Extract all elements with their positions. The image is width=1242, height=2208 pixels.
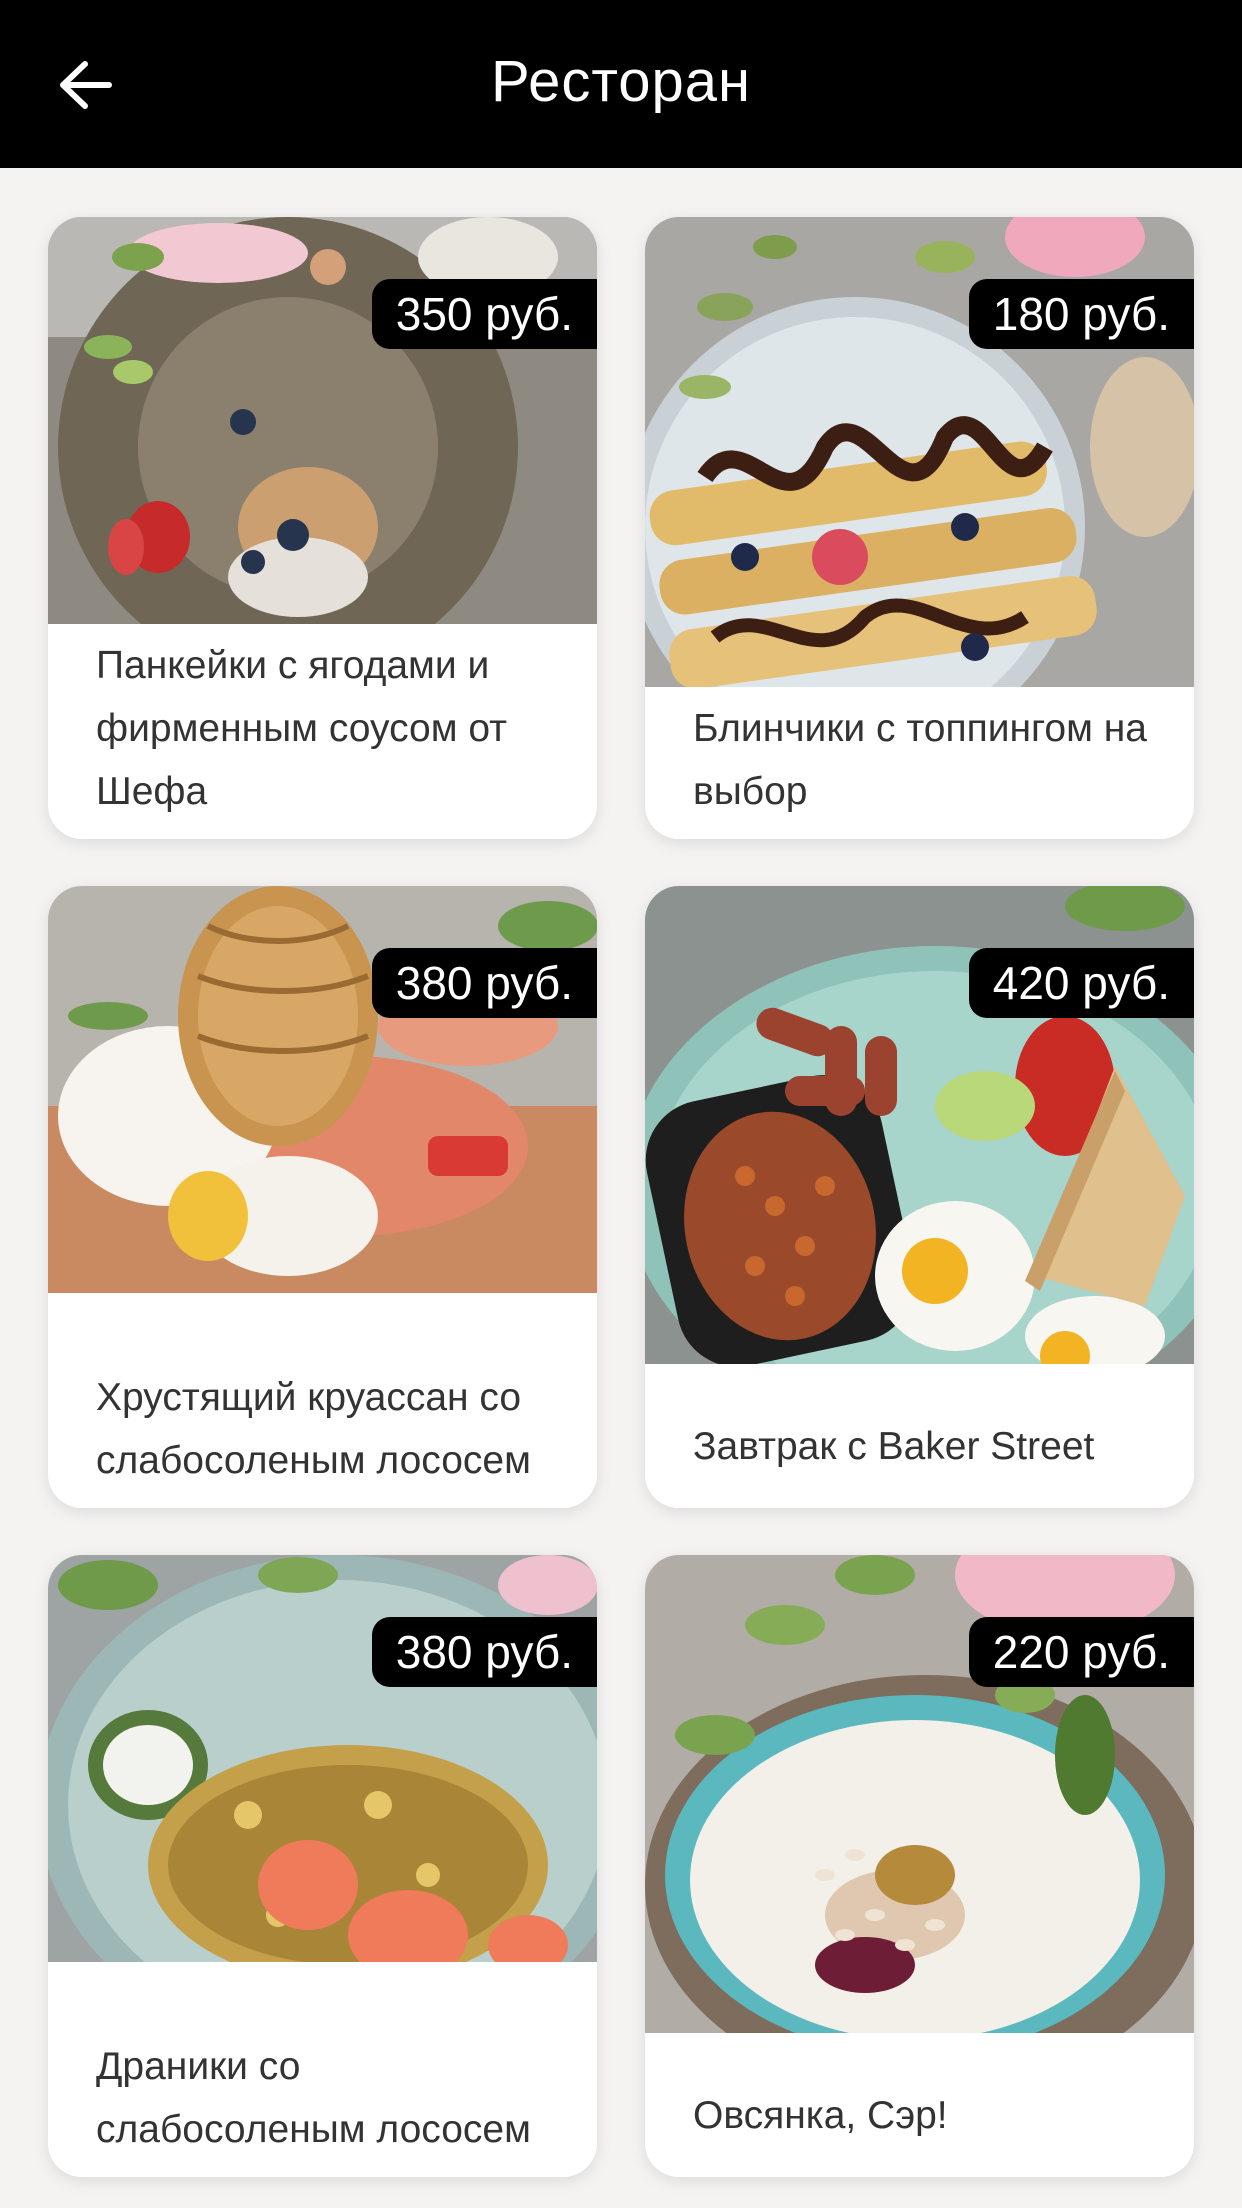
menu-item-card[interactable]: 180 руб. Блинчики с топпингом на выбор <box>645 217 1194 839</box>
price-badge: 180 руб. <box>968 279 1194 349</box>
dish-name: Блинчики с топпингом на выбор <box>693 707 1147 813</box>
dish-name: Хрустящий круассан со слабосоленым лосос… <box>96 1376 531 1482</box>
menu-item-card[interactable]: 420 руб. Завтрак с Baker Street <box>645 886 1194 1508</box>
page-title: Ресторан <box>490 49 752 114</box>
price-badge: 380 руб. <box>371 948 597 1018</box>
menu-item-card[interactable]: 220 руб. Овсянка, Сэр! <box>645 1555 1194 2177</box>
price-badge: 350 руб. <box>371 279 597 349</box>
price-badge: 220 руб. <box>968 1617 1194 1687</box>
dish-name: Завтрак с Baker Street <box>693 1425 1095 1468</box>
dish-name: Драники со слабосоленым лососем <box>96 2045 531 2151</box>
price-badge: 420 руб. <box>968 948 1194 1018</box>
dish-name: Панкейки с ягодами и фирменным соусом от… <box>96 644 508 813</box>
menu-item-card[interactable]: 380 руб. Драники со слабосоленым лососем <box>48 1555 597 2177</box>
dish-name: Овсянка, Сэр! <box>693 2094 948 2137</box>
price-badge: 380 руб. <box>371 1617 597 1687</box>
menu-item-card[interactable]: 350 руб. Панкейки с ягодами и фирменным … <box>48 217 597 839</box>
menu-item-card[interactable]: 380 руб. Хрустящий круассан со слабосоле… <box>48 886 597 1508</box>
menu-grid: 350 руб. Панкейки с ягодами и фирменным … <box>0 168 1242 2208</box>
app-header: Ресторан <box>0 0 1242 168</box>
